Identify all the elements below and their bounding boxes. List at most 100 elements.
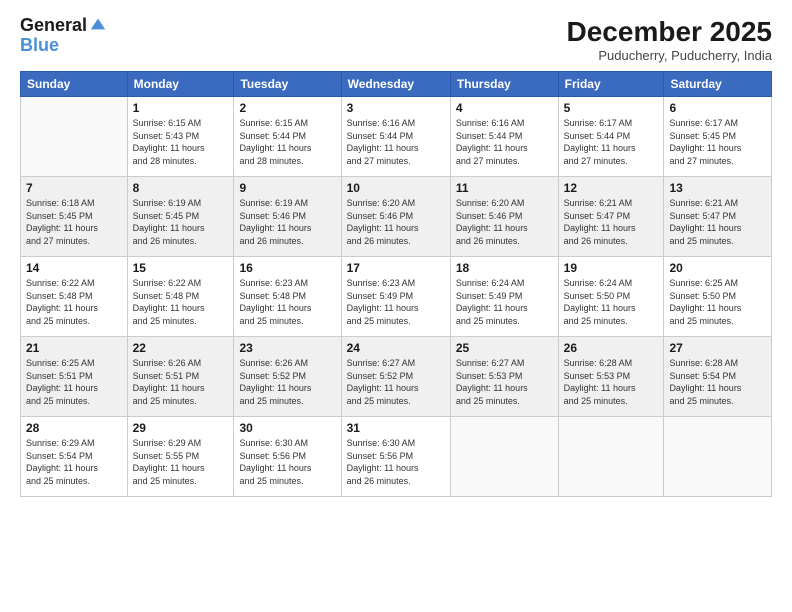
table-row: 21 Sunrise: 6:25 AM Sunset: 5:51 PM Dayli… [21,337,128,417]
day-info: Sunrise: 6:19 AM Sunset: 5:46 PM Dayligh… [239,197,335,247]
table-row: 11 Sunrise: 6:20 AM Sunset: 5:46 PM Dayli… [450,177,558,257]
day-number: 5 [564,101,659,115]
table-row: 9 Sunrise: 6:19 AM Sunset: 5:46 PM Daylig… [234,177,341,257]
table-row: 27Sunrise: 6:28 AM Sunset: 5:54 PM Dayli… [664,337,772,417]
day-info: Sunrise: 6:29 AM Sunset: 5:55 PM Dayligh… [133,437,229,487]
day-number: 30 [239,421,335,435]
day-info: Sunrise: 6:18 AM Sunset: 5:45 PM Dayligh… [26,197,122,247]
table-row: 10 Sunrise: 6:20 AM Sunset: 5:46 PM Dayli… [341,177,450,257]
day-info: Sunrise: 6:15 AM Sunset: 5:44 PM Dayligh… [239,117,335,167]
table-row: 22Sunrise: 6:26 AM Sunset: 5:51 PM Dayli… [127,337,234,417]
day-info: Sunrise: 6:27 AM Sunset: 5:53 PM Dayligh… [456,357,553,407]
table-row: 31 Sunrise: 6:30 AM Sunset: 5:56 PM Dayli… [341,417,450,497]
day-info: Sunrise: 6:25 AM Sunset: 5:51 PM Dayligh… [26,357,122,407]
table-row: 17 Sunrise: 6:23 AM Sunset: 5:49 PM Dayli… [341,257,450,337]
day-info: Sunrise: 6:17 AM Sunset: 5:45 PM Dayligh… [669,117,766,167]
day-number: 9 [239,181,335,195]
day-number: 10 [347,181,445,195]
logo-text-general: General [20,16,87,36]
day-info: Sunrise: 6:19 AM Sunset: 5:45 PM Dayligh… [133,197,229,247]
day-info: Sunrise: 6:23 AM Sunset: 5:48 PM Dayligh… [239,277,335,327]
table-row: 13Sunrise: 6:21 AM Sunset: 5:47 PM Dayli… [664,177,772,257]
day-info: Sunrise: 6:21 AM Sunset: 5:47 PM Dayligh… [669,197,766,247]
day-number: 25 [456,341,553,355]
page-header: General Blue December 2025 Puducherry, P… [20,16,772,63]
day-info: Sunrise: 6:21 AM Sunset: 5:47 PM Dayligh… [564,197,659,247]
title-section: December 2025 Puducherry, Puducherry, In… [567,16,772,63]
table-row: 6 Sunrise: 6:17 AM Sunset: 5:45 PM Daylig… [664,97,772,177]
day-number: 28 [26,421,122,435]
day-number: 24 [347,341,445,355]
day-info: Sunrise: 6:23 AM Sunset: 5:49 PM Dayligh… [347,277,445,327]
day-info: Sunrise: 6:30 AM Sunset: 5:56 PM Dayligh… [347,437,445,487]
day-info: Sunrise: 6:16 AM Sunset: 5:44 PM Dayligh… [347,117,445,167]
day-info: Sunrise: 6:26 AM Sunset: 5:52 PM Dayligh… [239,357,335,407]
table-row: 30Sunrise: 6:30 AM Sunset: 5:56 PM Dayli… [234,417,341,497]
table-row: 1 Sunrise: 6:15 AM Sunset: 5:43 PM Daylig… [127,97,234,177]
day-info: Sunrise: 6:24 AM Sunset: 5:50 PM Dayligh… [564,277,659,327]
table-row [450,417,558,497]
calendar-table: Sunday Monday Tuesday Wednesday Thursday… [20,71,772,497]
day-number: 18 [456,261,553,275]
day-number: 17 [347,261,445,275]
table-row: 24 Sunrise: 6:27 AM Sunset: 5:52 PM Dayli… [341,337,450,417]
table-row: 26 Sunrise: 6:28 AM Sunset: 5:53 PM Dayli… [558,337,664,417]
table-row: 18 Sunrise: 6:24 AM Sunset: 5:49 PM Dayli… [450,257,558,337]
day-number: 23 [239,341,335,355]
table-row [664,417,772,497]
day-number: 14 [26,261,122,275]
day-info: Sunrise: 6:25 AM Sunset: 5:50 PM Dayligh… [669,277,766,327]
day-number: 1 [133,101,229,115]
day-number: 3 [347,101,445,115]
days-header-row: Sunday Monday Tuesday Wednesday Thursday… [21,72,772,97]
logo: General Blue [20,16,107,56]
table-row: 16 Sunrise: 6:23 AM Sunset: 5:48 PM Dayli… [234,257,341,337]
day-number: 6 [669,101,766,115]
day-number: 2 [239,101,335,115]
table-row: 15 Sunrise: 6:22 AM Sunset: 5:48 PM Dayli… [127,257,234,337]
day-number: 29 [133,421,229,435]
day-info: Sunrise: 6:29 AM Sunset: 5:54 PM Dayligh… [26,437,122,487]
day-info: Sunrise: 6:17 AM Sunset: 5:44 PM Dayligh… [564,117,659,167]
header-sunday: Sunday [21,72,128,97]
header-saturday: Saturday [664,72,772,97]
day-number: 16 [239,261,335,275]
calendar-row-1: 7 Sunrise: 6:18 AM Sunset: 5:45 PM Daylig… [21,177,772,257]
day-number: 20 [669,261,766,275]
day-info: Sunrise: 6:27 AM Sunset: 5:52 PM Dayligh… [347,357,445,407]
day-info: Sunrise: 6:20 AM Sunset: 5:46 PM Dayligh… [347,197,445,247]
month-title: December 2025 [567,16,772,48]
day-number: 21 [26,341,122,355]
day-number: 15 [133,261,229,275]
header-friday: Friday [558,72,664,97]
table-row: 29 Sunrise: 6:29 AM Sunset: 5:55 PM Dayli… [127,417,234,497]
table-row: 28 Sunrise: 6:29 AM Sunset: 5:54 PM Dayli… [21,417,128,497]
day-info: Sunrise: 6:22 AM Sunset: 5:48 PM Dayligh… [133,277,229,327]
day-info: Sunrise: 6:28 AM Sunset: 5:53 PM Dayligh… [564,357,659,407]
day-info: Sunrise: 6:15 AM Sunset: 5:43 PM Dayligh… [133,117,229,167]
table-row: 19Sunrise: 6:24 AM Sunset: 5:50 PM Dayli… [558,257,664,337]
table-row: 5 Sunrise: 6:17 AM Sunset: 5:44 PM Daylig… [558,97,664,177]
day-info: Sunrise: 6:16 AM Sunset: 5:44 PM Dayligh… [456,117,553,167]
header-tuesday: Tuesday [234,72,341,97]
calendar-row-2: 14 Sunrise: 6:22 AM Sunset: 5:48 PM Dayli… [21,257,772,337]
table-row: 14Sunrise: 6:22 AM Sunset: 5:48 PM Dayli… [21,257,128,337]
day-number: 11 [456,181,553,195]
table-row: 12 Sunrise: 6:21 AM Sunset: 5:47 PM Dayli… [558,177,664,257]
table-row: 3 Sunrise: 6:16 AM Sunset: 5:44 PM Daylig… [341,97,450,177]
header-thursday: Thursday [450,72,558,97]
header-monday: Monday [127,72,234,97]
table-row: 25 Sunrise: 6:27 AM Sunset: 5:53 PM Dayli… [450,337,558,417]
table-row: 23 Sunrise: 6:26 AM Sunset: 5:52 PM Dayli… [234,337,341,417]
table-row: 8 Sunrise: 6:19 AM Sunset: 5:45 PM Daylig… [127,177,234,257]
day-info: Sunrise: 6:24 AM Sunset: 5:49 PM Dayligh… [456,277,553,327]
table-row [558,417,664,497]
day-info: Sunrise: 6:20 AM Sunset: 5:46 PM Dayligh… [456,197,553,247]
logo-icon [89,15,107,33]
day-number: 26 [564,341,659,355]
location: Puducherry, Puducherry, India [567,48,772,63]
day-number: 12 [564,181,659,195]
day-number: 8 [133,181,229,195]
day-number: 7 [26,181,122,195]
day-number: 31 [347,421,445,435]
